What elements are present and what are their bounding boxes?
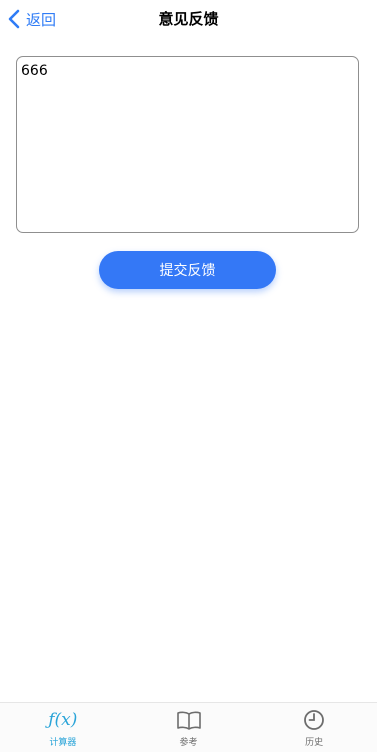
tab-bar: ƒ(x) 计算器 参考 历史: [0, 702, 377, 752]
page-title: 意见反馈: [158, 10, 219, 28]
tab-reference[interactable]: 参考: [126, 703, 252, 752]
function-icon: ƒ(x): [48, 710, 78, 730]
clock-icon: [303, 709, 325, 731]
nav-bar: 返回 意见反馈: [0, 0, 377, 40]
book-icon: [176, 709, 202, 731]
tab-label: 历史: [305, 738, 324, 748]
tab-history[interactable]: 历史: [251, 703, 377, 752]
feedback-textarea[interactable]: 666: [17, 57, 358, 232]
tab-label: 计算器: [49, 738, 77, 748]
tab-label: 参考: [179, 738, 198, 748]
tab-calculator[interactable]: ƒ(x) 计算器: [0, 703, 126, 752]
submit-feedback-button[interactable]: 提交反馈: [99, 251, 276, 289]
feedback-box: 666: [16, 56, 359, 233]
